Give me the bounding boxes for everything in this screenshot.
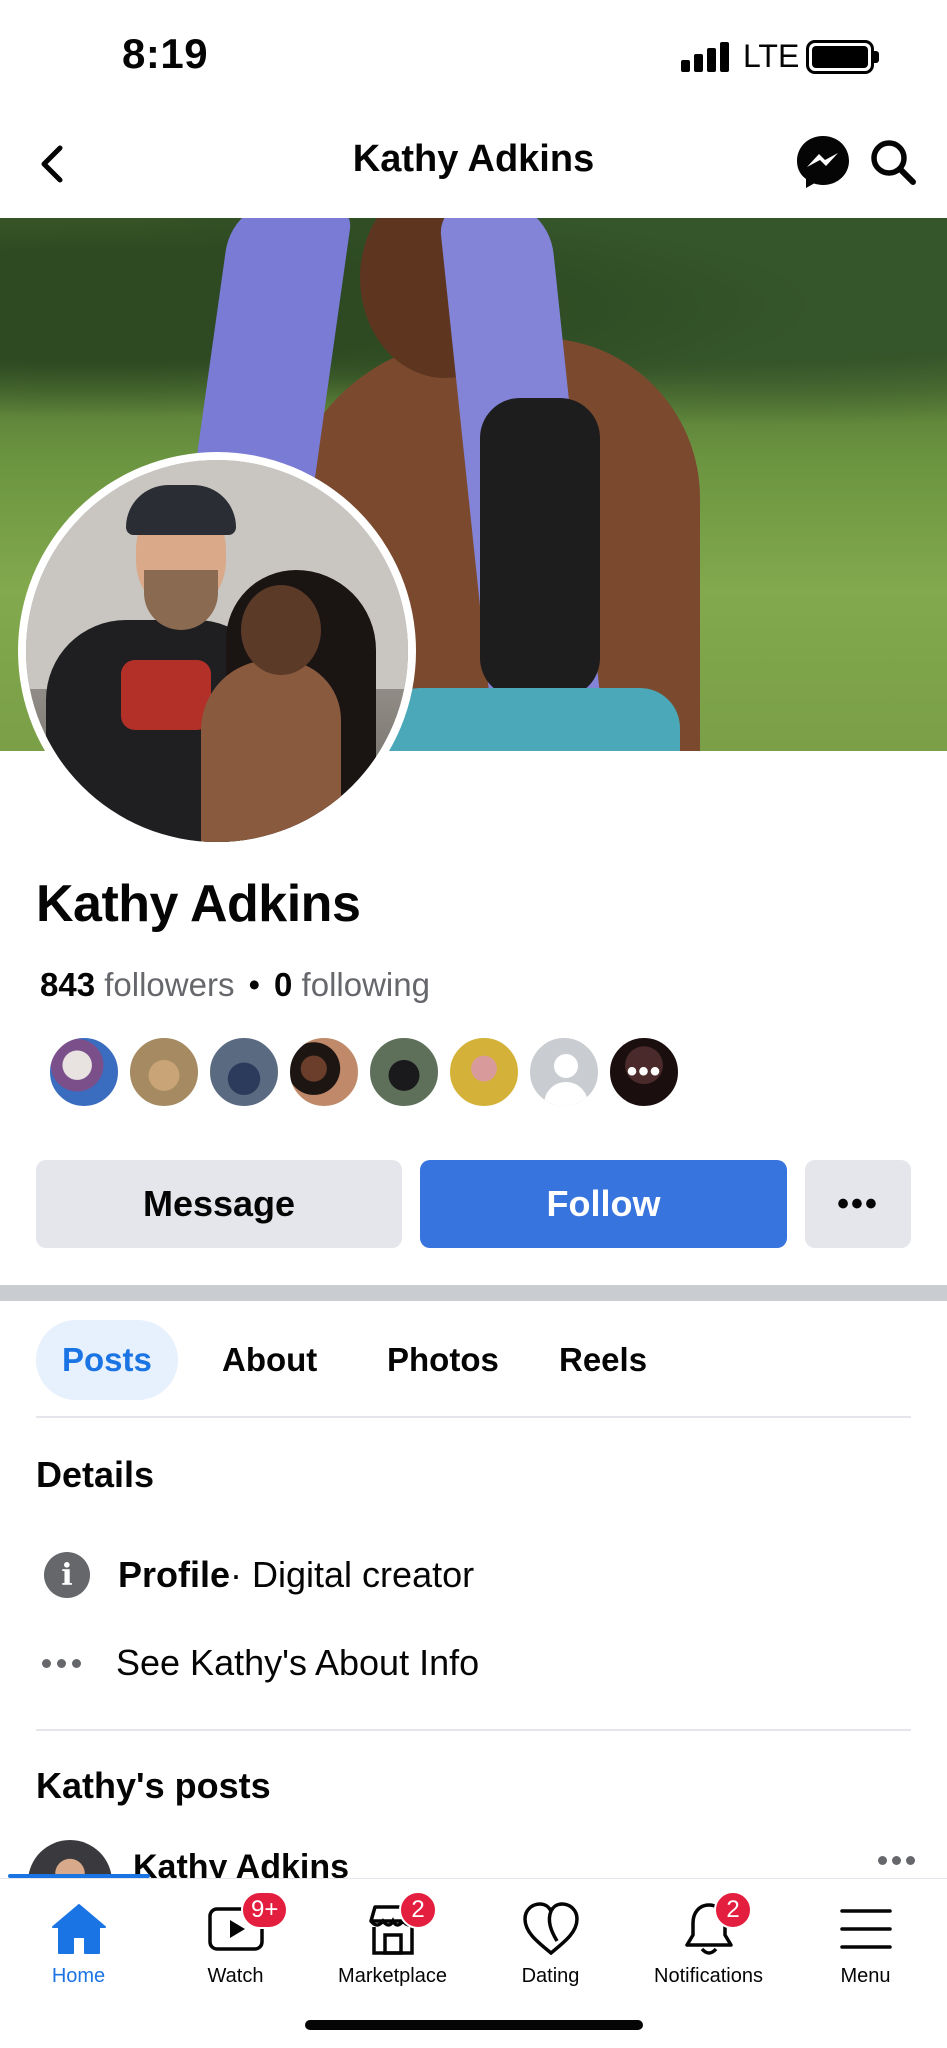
post-header: Kathy Adkins — [0, 1836, 947, 1878]
profile-label: Profile — [118, 1554, 231, 1595]
battery-icon — [806, 40, 874, 74]
nav-watch-label: Watch — [207, 1965, 264, 1987]
divider — [36, 1416, 911, 1418]
post-more-icon[interactable] — [878, 1856, 915, 1865]
post-author-avatar[interactable] — [28, 1840, 112, 1878]
profile-name: Kathy Adkins — [36, 875, 361, 933]
follower-avatar-default[interactable] — [528, 1036, 600, 1108]
nav-notifications-label: Notifications — [654, 1965, 763, 1987]
home-icon — [49, 1899, 109, 1959]
follower-avatar[interactable] — [448, 1036, 520, 1108]
following-label: following — [301, 966, 430, 1003]
home-indicator[interactable] — [305, 2020, 643, 2030]
followers-count: 843 — [40, 966, 96, 1003]
following-count: 0 — [274, 966, 293, 1003]
nav-dating[interactable]: Dating — [472, 1879, 629, 1999]
divider — [36, 1729, 911, 1731]
notifications-badge: 2 — [714, 1891, 752, 1929]
follow-stats[interactable]: 843 followers • 0 following — [40, 966, 430, 1004]
section-divider — [0, 1285, 947, 1301]
follow-button[interactable]: Follow — [420, 1160, 787, 1248]
message-button[interactable]: Message — [36, 1160, 402, 1248]
post-author-name[interactable]: Kathy Adkins — [133, 1848, 349, 1878]
nav-dating-label: Dating — [521, 1965, 580, 1987]
follower-avatar[interactable] — [288, 1036, 360, 1108]
nav-watch[interactable]: 9+ Watch — [157, 1879, 314, 1999]
nav-home-label: Home — [51, 1965, 106, 1987]
more-followers-button[interactable]: ••• — [608, 1036, 680, 1108]
info-icon: i — [44, 1552, 90, 1598]
see-about-row[interactable]: See Kathy's About Info — [36, 1633, 479, 1693]
dating-icon — [521, 1899, 581, 1959]
details-title: Details — [36, 1454, 155, 1495]
nav-home[interactable]: Home — [0, 1879, 157, 1999]
marketplace-badge: 2 — [399, 1891, 437, 1929]
nav-menu-label: Menu — [840, 1965, 891, 1987]
tab-reels[interactable]: Reels — [533, 1320, 673, 1400]
profile-category: · Digital creator — [230, 1554, 475, 1595]
tab-photos[interactable]: Photos — [361, 1320, 525, 1400]
status-bar: 8:19 LTE — [0, 0, 947, 110]
search-icon[interactable] — [868, 137, 918, 187]
posts-title: Kathy's posts — [36, 1765, 271, 1806]
follower-avatar[interactable] — [368, 1036, 440, 1108]
status-time: 8:19 — [122, 30, 209, 77]
follower-avatar[interactable] — [48, 1036, 120, 1108]
more-options-button[interactable]: ••• — [805, 1160, 911, 1248]
nav-notifications[interactable]: 2 Notifications — [630, 1879, 787, 1999]
follower-avatar[interactable] — [128, 1036, 200, 1108]
tab-posts[interactable]: Posts — [36, 1320, 178, 1400]
detail-profile-row: i Profile · Digital creator — [36, 1545, 474, 1605]
see-about-link[interactable]: See Kathy's About Info — [116, 1642, 479, 1684]
nav-marketplace[interactable]: 2 Marketplace — [314, 1879, 471, 1999]
signal-icon — [681, 42, 731, 72]
tab-about[interactable]: About — [196, 1320, 343, 1400]
top-header: Kathy Adkins — [0, 110, 947, 218]
more-dots-icon — [42, 1658, 92, 1668]
more-followers-label: ••• — [626, 1055, 662, 1088]
followers-label: followers — [104, 966, 235, 1003]
network-label: LTE — [743, 38, 800, 74]
menu-icon — [836, 1899, 896, 1959]
profile-picture[interactable] — [18, 452, 416, 850]
watch-badge: 9+ — [241, 1891, 289, 1929]
messenger-icon[interactable] — [794, 133, 852, 191]
nav-marketplace-label: Marketplace — [338, 1965, 447, 1987]
profile-actions: Message Follow ••• — [36, 1160, 911, 1248]
nav-menu[interactable]: Menu — [787, 1879, 944, 1999]
follower-avatar[interactable] — [208, 1036, 280, 1108]
